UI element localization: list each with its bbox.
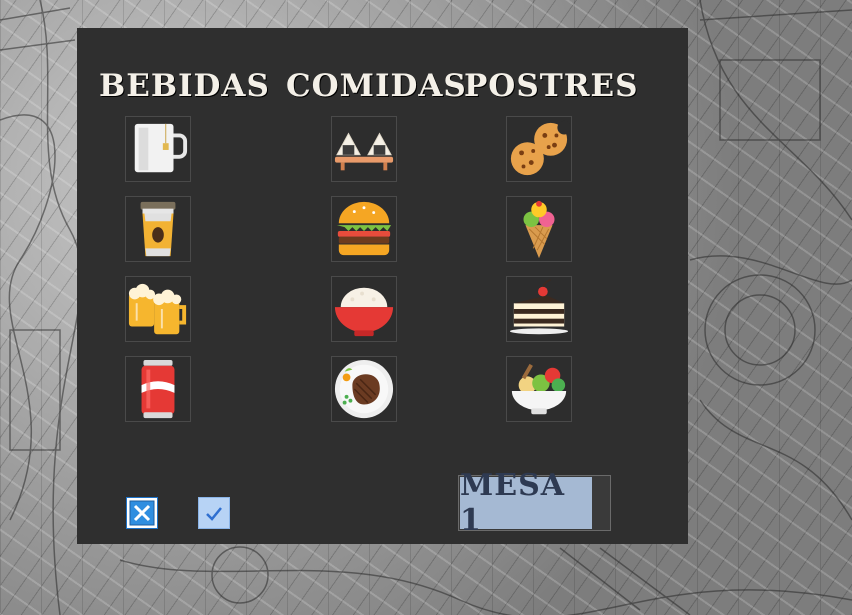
category-comidas: COMIDAS (286, 68, 467, 104)
beer-mugs-icon (128, 283, 187, 335)
cancel-button[interactable] (126, 497, 158, 529)
close-icon (129, 500, 155, 526)
item-steak[interactable] (331, 356, 397, 422)
item-onigiri[interactable] (331, 116, 397, 182)
steak-plate-icon (334, 359, 394, 419)
tea-cup-icon (134, 123, 188, 173)
table-label: MESA 1 (460, 468, 592, 538)
coffee-cup-icon (140, 201, 176, 257)
item-cookies[interactable] (506, 116, 572, 182)
item-soda[interactable] (125, 356, 191, 422)
ice-cream-cone-icon (523, 200, 555, 259)
cookies-icon (510, 120, 570, 176)
item-ice-cream[interactable] (506, 196, 572, 262)
menu-panel: BEBIDAS COMIDAS POSTRES MESA 1 (77, 28, 688, 544)
cake-slice-icon (509, 279, 569, 335)
table-button[interactable]: MESA 1 (458, 468, 611, 538)
salad-bowl-icon (511, 363, 567, 415)
category-bebidas: BEBIDAS (99, 68, 270, 104)
item-rice[interactable] (331, 276, 397, 342)
soda-can-icon (141, 359, 175, 419)
checkmark-icon (206, 507, 222, 521)
item-burger[interactable] (331, 196, 397, 262)
item-salad[interactable] (506, 356, 572, 422)
item-coffee[interactable] (125, 196, 191, 262)
item-tea[interactable] (125, 116, 191, 182)
burger-icon (336, 201, 392, 256)
item-beer[interactable] (125, 276, 191, 342)
onigiri-icon (334, 132, 394, 171)
item-cake[interactable] (506, 276, 572, 342)
rice-bowl-icon (334, 287, 394, 337)
confirm-button[interactable] (198, 497, 230, 529)
category-postres: POSTRES (464, 68, 639, 104)
